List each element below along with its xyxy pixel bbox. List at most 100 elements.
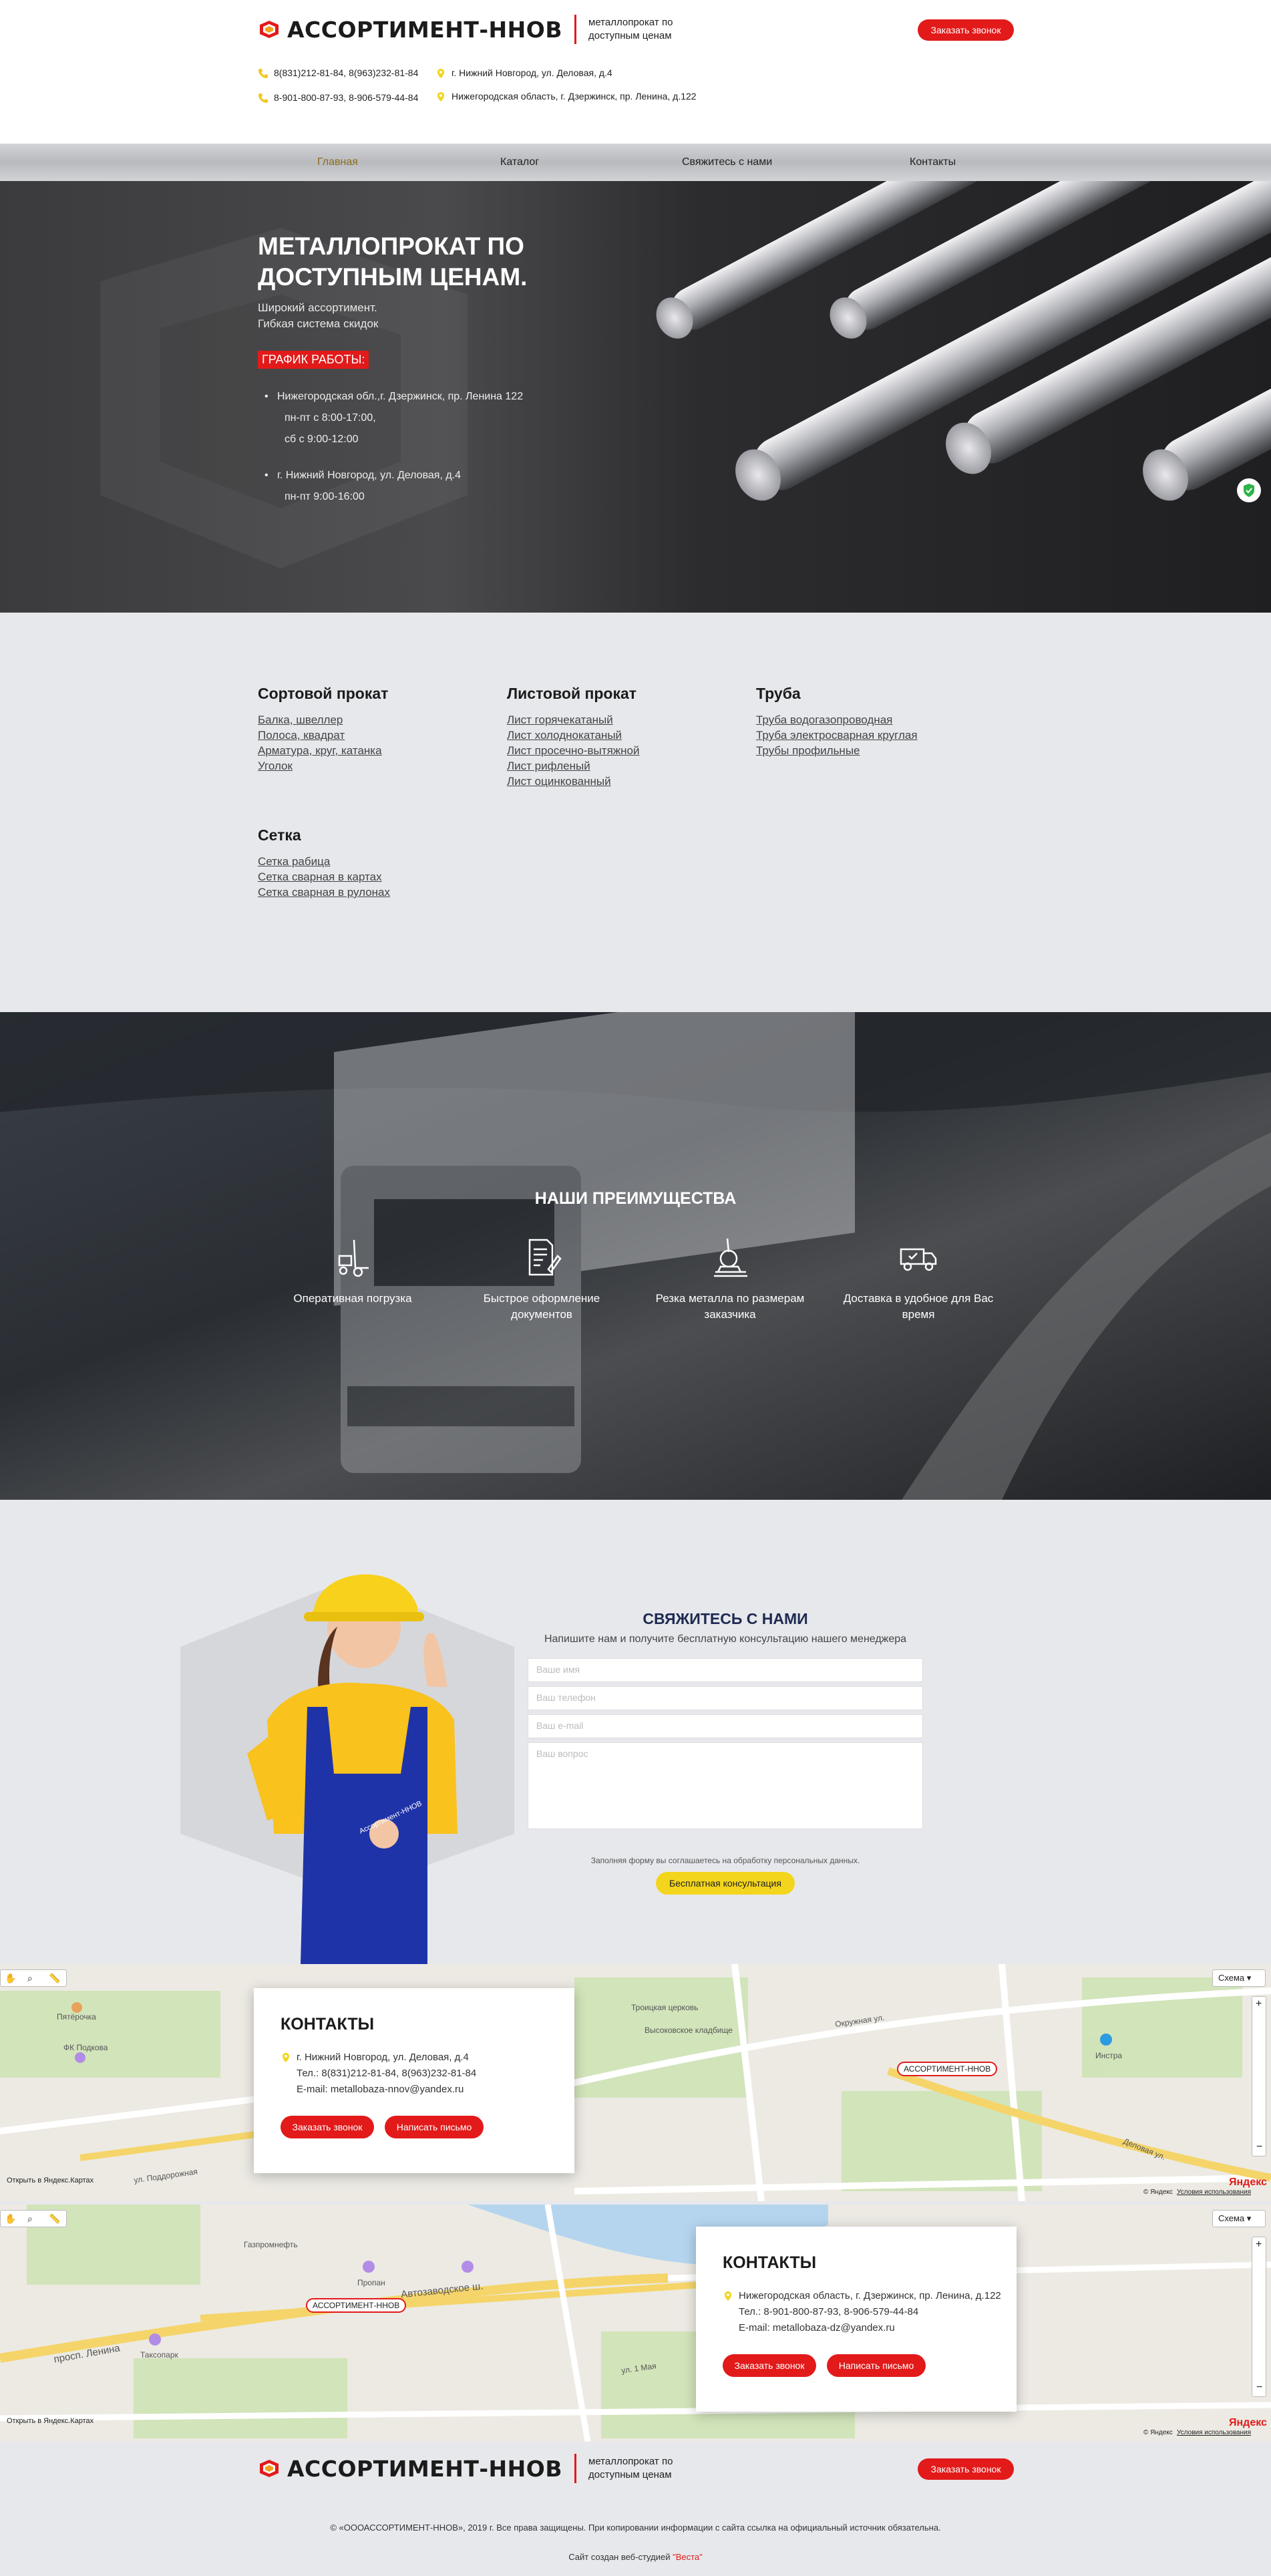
schedule-hours-2: пн-пт 9:00-16:00 bbox=[285, 491, 365, 502]
studio-link[interactable]: "Веста" bbox=[673, 2552, 703, 2562]
advantage-label: Резка металла по размерам bbox=[655, 1292, 805, 1305]
hand-icon[interactable]: ✋ bbox=[5, 1973, 16, 1984]
zoom-out-icon[interactable]: − bbox=[1256, 2141, 1262, 2153]
callback-button[interactable]: Заказать звонок bbox=[918, 19, 1014, 41]
map-place-label: Инстра bbox=[1095, 2051, 1123, 2060]
nav-item-catalog[interactable]: Каталог bbox=[500, 144, 539, 181]
nav-item-contact-us[interactable]: Свяжитесь с нами bbox=[682, 144, 772, 181]
nav-item-home[interactable]: Главная bbox=[317, 144, 358, 181]
nav-item-contacts[interactable]: Контакты bbox=[910, 144, 956, 181]
map-dzerzhinsk[interactable]: Газпромнефть Пропан Автозаводское ш. про… bbox=[0, 2205, 1271, 2442]
catalog-link[interactable]: Трубы профильные bbox=[756, 743, 970, 758]
map-place-label: Высоковское кладбище bbox=[645, 2026, 733, 2035]
zoom-in-icon[interactable]: + bbox=[1256, 2239, 1262, 2251]
contacts-card-1: КОНТАКТЫ г. Нижний Новгород, ул. Деловая… bbox=[254, 1988, 574, 2173]
catalog-link[interactable]: Лист холоднокатаный bbox=[507, 728, 721, 743]
write-letter-button[interactable]: Написать письмо bbox=[385, 2116, 484, 2138]
hero-sub-line-2: Гибкая система скидок bbox=[258, 317, 379, 330]
catalog-group-title: Сетка bbox=[258, 826, 301, 844]
footer-logo[interactable]: АССОРТИМЕНТ-ННОВ металлопрокат по доступ… bbox=[258, 2454, 673, 2483]
map-tiles bbox=[0, 2205, 1271, 2442]
name-input[interactable]: Ваше имя bbox=[528, 1658, 923, 1682]
phone-input[interactable]: Ваш телефон bbox=[528, 1686, 923, 1710]
schedule-address-1: Нижегородская обл.,г. Дзержинск, пр. Лен… bbox=[277, 391, 524, 402]
map-terms-link[interactable]: Условия использования bbox=[1177, 2189, 1251, 2196]
catalog-group-mesh: Сетка Сетка рабица Сетка сварная в карта… bbox=[258, 826, 472, 900]
map-place-label: Пропан bbox=[357, 2278, 385, 2287]
map-marker[interactable]: АССОРТИМЕНТ-ННОВ bbox=[897, 2062, 998, 2076]
advantage-label: Быстрое оформление bbox=[483, 1292, 600, 1305]
ruler-icon[interactable]: 📏 bbox=[49, 2213, 60, 2225]
magnifier-icon[interactable]: ⌕ bbox=[27, 1973, 33, 1984]
question-textarea[interactable]: Ваш вопрос bbox=[528, 1742, 923, 1829]
zoom-in-icon[interactable]: + bbox=[1256, 1998, 1262, 2010]
hero-title: МЕТАЛЛОПРОКАТ ПО ДОСТУПНЫМ ЦЕНАМ. bbox=[258, 231, 605, 293]
call-button[interactable]: Заказать звонок bbox=[281, 2116, 374, 2138]
zoom-control[interactable]: + − bbox=[1252, 2237, 1266, 2397]
catalog-link[interactable]: Арматура, круг, катанка bbox=[258, 743, 472, 758]
catalog-link[interactable]: Лист просечно-вытяжной bbox=[507, 743, 721, 758]
security-badge[interactable] bbox=[1237, 478, 1261, 502]
map-place-label: Таксопарк bbox=[140, 2350, 178, 2360]
map-terms-link[interactable]: Условия использования bbox=[1177, 2429, 1251, 2436]
catalog-link[interactable]: Труба водогазопроводная bbox=[756, 712, 970, 728]
brand-tagline: металлопрокат по доступным ценам bbox=[588, 16, 673, 43]
advantage-fast-loading: Оперативная погрузка bbox=[269, 1236, 436, 1307]
worker-photo: Ассортимент-ННОВ bbox=[247, 1574, 458, 1964]
contacts-address-text: Нижегородская область, г. Дзержинск, пр.… bbox=[739, 2290, 1001, 2301]
zoom-control[interactable]: + − bbox=[1252, 1996, 1266, 2156]
map-type-select[interactable]: Схема ▾ bbox=[1212, 1969, 1266, 1987]
catalog-link[interactable]: Уголок bbox=[258, 758, 472, 774]
logo-divider bbox=[574, 15, 576, 44]
catalog-link[interactable]: Лист горячекатаный bbox=[507, 712, 721, 728]
contacts-phones: Тел.: 8(831)212-81-84, 8(963)232-81-84 bbox=[297, 2068, 477, 2079]
tagline-line-1: металлопрокат по bbox=[588, 2456, 673, 2467]
catalog-link[interactable]: Лист рифленый bbox=[507, 758, 721, 774]
advantage-label-2: время bbox=[902, 1308, 935, 1321]
yandex-logo: Яндекс bbox=[1229, 2417, 1267, 2428]
map-place-label: Троицкая церковь bbox=[631, 2003, 699, 2012]
catalog-link[interactable]: Лист оцинкованный bbox=[507, 774, 721, 789]
location-pin-icon bbox=[723, 2291, 733, 2301]
logo-icon bbox=[258, 2458, 281, 2478]
advantage-label-2: заказчика bbox=[704, 1308, 756, 1321]
contact-form-subtitle: Напишите нам и получите бесплатную консу… bbox=[544, 1633, 907, 1645]
map-marker[interactable]: АССОРТИМЕНТ-ННОВ bbox=[306, 2298, 407, 2313]
catalog-link[interactable]: Сетка рабица bbox=[258, 854, 472, 869]
write-letter-button[interactable]: Написать письмо bbox=[827, 2354, 926, 2377]
map-copyright: © Яндекс bbox=[1143, 2429, 1173, 2436]
map-tools[interactable]: ✋ ⌕ 📏 bbox=[0, 1969, 67, 1987]
ruler-icon[interactable]: 📏 bbox=[49, 1973, 60, 1984]
magnifier-icon[interactable]: ⌕ bbox=[27, 2213, 33, 2225]
map-type-label: Схема bbox=[1218, 1973, 1245, 1983]
free-consultation-button[interactable]: Бесплатная консультация bbox=[656, 1872, 795, 1895]
location-pin-icon bbox=[435, 92, 446, 102]
schedule-hours-1b: сб с 9:00-12:00 bbox=[285, 434, 359, 445]
header-phones-2: 8-901-800-87-93, 8-906-579-44-84 bbox=[258, 92, 418, 104]
catalog-link[interactable]: Сетка сварная в рулонах bbox=[258, 884, 472, 900]
zoom-out-icon[interactable]: − bbox=[1256, 2382, 1262, 2394]
map-type-select[interactable]: Схема ▾ bbox=[1212, 2210, 1266, 2227]
map-tiles bbox=[0, 1964, 1271, 2201]
map-tools[interactable]: ✋ ⌕ 📏 bbox=[0, 2210, 67, 2227]
catalog-link[interactable]: Полоса, квадрат bbox=[258, 728, 472, 743]
main-nav: Главная Каталог Свяжитесь с нами Контакт… bbox=[0, 144, 1271, 181]
location-pin-icon bbox=[435, 68, 446, 79]
call-button[interactable]: Заказать звонок bbox=[723, 2354, 816, 2377]
footer-callback-button[interactable]: Заказать звонок bbox=[918, 2458, 1014, 2480]
open-in-maps-link[interactable]: Открыть в Яндекс.Картах bbox=[7, 2417, 94, 2425]
open-in-maps-link[interactable]: Открыть в Яндекс.Картах bbox=[7, 2177, 94, 2185]
map-place-label: ФК Подкова bbox=[63, 2043, 108, 2052]
email-input[interactable]: Ваш e-mail bbox=[528, 1714, 923, 1738]
catalog-link[interactable]: Балка, швеллер bbox=[258, 712, 472, 728]
contacts-address-text: г. Нижний Новгород, ул. Деловая, д.4 bbox=[297, 2052, 469, 2063]
hand-icon[interactable]: ✋ bbox=[5, 2213, 16, 2225]
map-nizhny-novgorod[interactable]: Пятёрочка Троицкая церковь Высоковское к… bbox=[0, 1964, 1271, 2201]
advantage-label-2: документов bbox=[511, 1308, 572, 1321]
brand-logo[interactable]: АССОРТИМЕНТ-ННОВ металлопрокат по доступ… bbox=[258, 15, 673, 44]
catalog-link[interactable]: Сетка сварная в картах bbox=[258, 869, 472, 884]
catalog-link[interactable]: Труба электросварная круглая bbox=[756, 728, 970, 743]
address-text-2: Нижегородская область, г. Дзержинск, пр.… bbox=[451, 91, 697, 102]
contacts-phones: Тел.: 8-901-800-87-93, 8-906-579-44-84 bbox=[739, 2306, 919, 2317]
truck-road-background bbox=[0, 1012, 1271, 1500]
